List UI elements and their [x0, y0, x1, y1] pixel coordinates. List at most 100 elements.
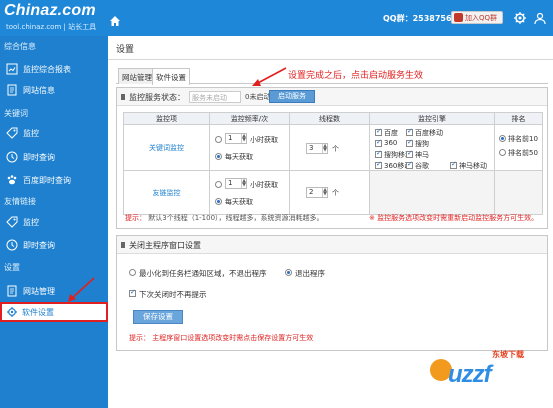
save-settings-button[interactable]: 保存设置 — [133, 310, 183, 324]
hourly-label: 小时获取 — [250, 181, 278, 189]
engine-label: 百度移动 — [415, 129, 443, 137]
sidebar-item-keyword-realtime[interactable]: 即时查询 — [6, 150, 104, 166]
stepper-arrows-icon[interactable]: ▲ ▼ — [241, 179, 246, 188]
sidebar-item-label: 即时查询 — [23, 153, 55, 162]
sidebar: 综合信息 监控综合报表 网站信息 关键词 监控 即时查询 百度即时查询 友情链接… — [0, 36, 108, 408]
hourly-radio[interactable] — [215, 136, 222, 143]
sidebar-item-software-settings[interactable]: 软件设置 — [0, 302, 108, 322]
threads-unit: 个 — [332, 145, 339, 153]
document-icon — [6, 285, 18, 297]
sidebar-category-settings: 设置 — [4, 263, 20, 272]
watermark-cn: 东坡下载 — [492, 350, 524, 359]
join-qq-label: 加入QQ群 — [465, 14, 498, 22]
engine-checkbox[interactable] — [375, 160, 382, 169]
monitor-panel: 监控服务状态： 服务未启动 0未启动 启动服务 监控项 监控频率/次 线程数 监… — [116, 87, 548, 229]
hourly-radio[interactable] — [215, 181, 222, 188]
monitor-panel-header: 监控服务状态： 服务未启动 0未启动 启动服务 — [117, 88, 547, 106]
stepper-arrows-icon[interactable]: ▲ ▼ — [322, 144, 327, 153]
engine-checkbox[interactable] — [406, 160, 413, 169]
dont-ask-label: 下次关闭时不再提示 — [139, 290, 207, 299]
sidebar-item-label: 监控综合报表 — [23, 65, 71, 74]
frequency-stepper[interactable]: 1 ▲ ▼ — [225, 178, 247, 189]
monitor-table: 监控项 监控频率/次 线程数 监控引擎 排名 关键词监控 1 ▲ ▼ 小时获取 每天… — [123, 112, 543, 215]
monitor-tip: 提示： 默认3个线程（1-100），线程越多，系统资源消耗越多。 — [125, 213, 324, 223]
engine-label: 神马移动 — [459, 162, 487, 170]
stepper-arrows-icon[interactable]: ▲ ▼ — [322, 188, 327, 197]
engine-checkbox[interactable] — [375, 127, 382, 136]
frequency-cell: 1 ▲ ▼ 小时获取 每天获取 — [209, 170, 290, 215]
row-name-links: 友链监控 — [123, 170, 210, 215]
engine-label: 谷歌 — [415, 162, 429, 170]
close-settings-panel: 关闭主程序窗口设置 最小化到任务栏通知区域，不退出程序 退出程序 下次关闭时不再… — [116, 235, 548, 351]
tip-text: 主程序窗口设置选项改变时需点击保存设置方可生效 — [152, 334, 314, 342]
red-pointer-arrow — [68, 277, 95, 302]
tab-site-manage[interactable]: 网站管理 — [118, 68, 156, 84]
watermark: uzzf 东坡下载 — [430, 343, 550, 403]
dont-ask-checkbox[interactable] — [129, 288, 136, 297]
column-header: 监控引擎 — [369, 112, 495, 125]
sidebar-item-link-monitor[interactable]: 监控 — [6, 215, 104, 231]
divider — [108, 59, 553, 60]
sidebar-item-label: 即时查询 — [23, 241, 55, 250]
engine-checkbox[interactable] — [406, 127, 413, 136]
logo-subtitle: tool.chinaz.com | 站长工具 — [6, 23, 97, 31]
close-panel-header: 关闭主程序窗口设置 — [117, 236, 547, 254]
rank-top50-label: 排名前50 — [508, 149, 538, 157]
app-window: Chinaz.com tool.chinaz.com | 站长工具 QQ群：25… — [0, 0, 553, 408]
home-icon[interactable] — [108, 14, 122, 28]
rank-top10-label: 排名前10 — [508, 135, 538, 143]
monitor-status-label: 监控服务状态： — [129, 93, 185, 102]
sidebar-item-label: 监控 — [23, 218, 39, 227]
monitor-tip-right: ※ 监控服务选项改变时需重新启动监控服务方可生效。 — [369, 213, 538, 223]
sidebar-item-label: 网站管理 — [23, 287, 55, 296]
gear-icon[interactable] — [513, 11, 527, 25]
sidebar-item-baidu-realtime[interactable]: 百度即时查询 — [6, 173, 104, 189]
start-service-button[interactable]: 启动服务 — [269, 90, 315, 103]
close-panel-title: 关闭主程序窗口设置 — [129, 241, 201, 250]
rank-top10-radio[interactable] — [499, 135, 506, 142]
minimize-radio[interactable] — [129, 269, 136, 276]
tag-icon — [6, 216, 18, 228]
sidebar-item-site-info[interactable]: 网站信息 — [6, 83, 104, 99]
page-title: 设置 — [116, 45, 135, 55]
engine-checkbox[interactable] — [406, 138, 413, 147]
sidebar-item-label: 百度即时查询 — [23, 176, 71, 185]
tag-icon — [6, 127, 18, 139]
tip-right-text: ※ 监控服务选项改变时需重新启动监控服务方可生效。 — [369, 214, 539, 222]
daily-radio[interactable] — [215, 198, 222, 205]
gear-icon — [6, 306, 18, 318]
join-qq-group-button[interactable]: 加入QQ群 — [451, 11, 503, 24]
bullet-icon — [121, 94, 125, 100]
sidebar-item-report[interactable]: 监控综合报表 — [6, 62, 104, 78]
daily-radio[interactable] — [215, 153, 222, 160]
bullet-icon — [121, 242, 125, 248]
engine-checkbox[interactable] — [375, 138, 382, 147]
exit-radio[interactable] — [285, 269, 292, 276]
qq-icon — [454, 13, 463, 22]
qq-group-text: QQ群：25387567 — [383, 14, 458, 23]
monitor-state-text: 0未启动 — [245, 93, 271, 101]
column-header: 监控频率/次 — [209, 112, 290, 125]
user-icon[interactable] — [533, 11, 547, 25]
sidebar-item-link-realtime[interactable]: 即时查询 — [6, 238, 104, 254]
engines-cell: 百度 百度移动 360 搜狗 搜狗移动 神马 360移动 谷歌 神马移动 — [369, 124, 495, 171]
monitor-status-field: 服务未启动 — [189, 91, 241, 103]
hourly-label: 小时获取 — [250, 136, 278, 144]
sidebar-category-keyword: 关键词 — [4, 109, 28, 118]
tab-software-settings[interactable]: 软件设置 — [152, 68, 190, 85]
empty-cell — [494, 170, 543, 215]
engine-checkbox[interactable] — [450, 160, 457, 169]
engine-checkbox[interactable] — [375, 149, 382, 158]
watermark-logo: uzzf — [448, 361, 492, 388]
stepper-arrows-icon[interactable]: ▲ ▼ — [241, 134, 246, 143]
threads-stepper[interactable]: 2 ▲ ▼ — [306, 187, 328, 198]
sidebar-item-keyword-monitor[interactable]: 监控 — [6, 126, 104, 142]
annotation-text: 设置完成之后，点击启动服务生效 — [288, 71, 424, 81]
engine-label: 搜狗 — [415, 140, 429, 148]
engine-checkbox[interactable] — [406, 149, 413, 158]
threads-stepper[interactable]: 3 ▲ ▼ — [306, 143, 328, 154]
frequency-stepper[interactable]: 1 ▲ ▼ — [225, 133, 247, 144]
threads-cell: 2 ▲ ▼ 个 — [289, 170, 370, 215]
rank-top50-radio[interactable] — [499, 149, 506, 156]
logo[interactable]: Chinaz.com — [4, 2, 96, 20]
